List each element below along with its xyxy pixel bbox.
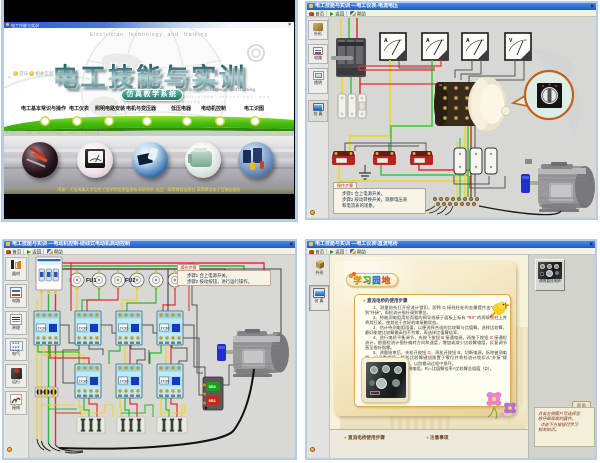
svg-text:A: A (384, 38, 388, 44)
svg-text:FU1: FU1 (86, 278, 96, 284)
svg-text:A: A (426, 38, 430, 44)
svg-text:A: A (466, 38, 470, 44)
svg-text:FU2: FU2 (125, 278, 135, 284)
svg-text:SB2: SB2 (209, 385, 216, 389)
svg-text:SB1: SB1 (209, 399, 216, 403)
svg-text:42: 42 (439, 83, 443, 87)
svg-text:JX30: JX30 (37, 326, 47, 331)
